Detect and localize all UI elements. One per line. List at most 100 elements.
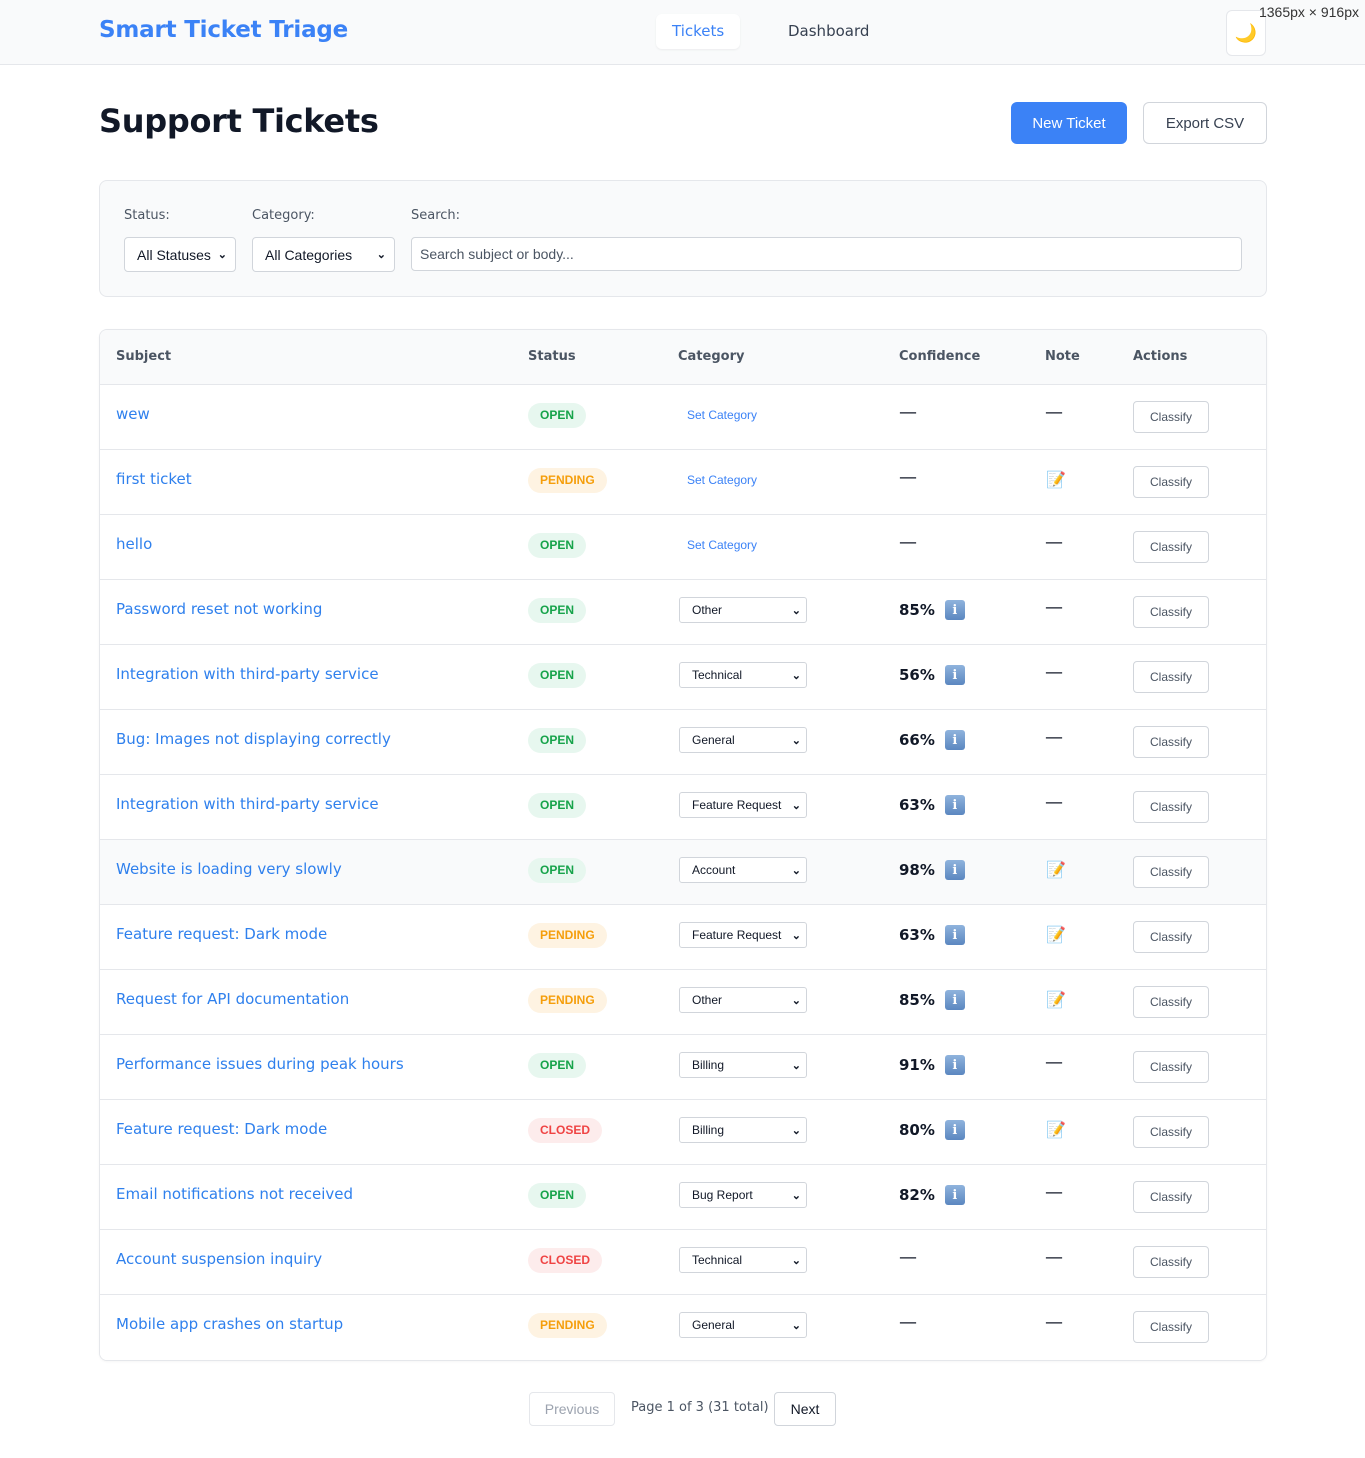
category-select[interactable]: Technical ⌄ (679, 662, 807, 688)
category-select[interactable]: Other ⌄ (679, 597, 807, 623)
category-select[interactable]: Feature Request ⌄ (679, 922, 807, 948)
info-icon[interactable]: i (944, 665, 965, 685)
ticket-subject-link[interactable]: Performance issues during peak hours (116, 1055, 404, 1073)
classify-button[interactable]: Classify (1133, 661, 1209, 693)
column-header-status[interactable]: Status (528, 349, 576, 364)
category-select[interactable]: General ⌄ (679, 727, 807, 753)
tab-dashboard[interactable]: Dashboard (772, 14, 885, 49)
next-page-button[interactable]: Next (774, 1392, 836, 1426)
category-select[interactable]: Billing ⌄ (679, 1052, 807, 1078)
category-select[interactable]: Account ⌄ (679, 857, 807, 883)
category-select[interactable]: Billing ⌄ (679, 1117, 807, 1143)
ticket-subject-link[interactable]: Bug: Images not displaying correctly (116, 730, 391, 748)
set-category-link[interactable]: Set Category (687, 473, 757, 487)
classify-button[interactable]: Classify (1133, 401, 1209, 433)
ticket-subject-link[interactable]: Request for API documentation (116, 990, 349, 1008)
confidence-percent: 63% (899, 926, 935, 944)
table-row[interactable]: Password reset not working OPEN Other ⌄ 85% i… (100, 580, 1266, 645)
ticket-subject-link[interactable]: wew (116, 405, 150, 423)
app-title[interactable]: Smart Ticket Triage (99, 17, 348, 43)
column-header-subject[interactable]: Subject (116, 349, 171, 364)
classify-button[interactable]: Classify (1133, 986, 1209, 1018)
status-badge: OPEN (528, 1053, 587, 1078)
category-select[interactable]: General ⌄ (679, 1312, 807, 1338)
note-icon[interactable]: 📝 (1046, 860, 1066, 879)
status-badge: OPEN (528, 598, 587, 623)
table-row[interactable]: wew OPEN Set Category — — Classify (100, 385, 1266, 450)
previous-page-button[interactable]: Previous (529, 1392, 615, 1426)
set-category-link[interactable]: Set Category (687, 408, 757, 422)
ticket-subject-link[interactable]: hello (116, 535, 152, 553)
classify-button[interactable]: Classify (1133, 791, 1209, 823)
note-empty: — (1045, 1182, 1063, 1203)
classify-button[interactable]: Classify (1133, 531, 1209, 563)
viewport-size-label: 1365px × 916px (1258, 4, 1359, 20)
table-row[interactable]: Performance issues during peak hours OPEN… (100, 1035, 1266, 1100)
category-select-value: Billing (692, 1123, 725, 1137)
note-icon[interactable]: 📝 (1046, 470, 1066, 489)
info-icon[interactable]: i (944, 860, 965, 880)
note-icon[interactable]: 📝 (1046, 1120, 1066, 1139)
chevron-down-icon: ⌄ (791, 1124, 801, 1137)
classify-button[interactable]: Classify (1133, 1246, 1209, 1278)
category-filter-value: All Categories (265, 246, 353, 263)
info-icon[interactable]: i (944, 990, 965, 1010)
classify-button[interactable]: Classify (1133, 1181, 1209, 1213)
ticket-subject-link[interactable]: Feature request: Dark mode (116, 1120, 327, 1138)
table-row[interactable]: Feature request: Dark mode CLOSED Billing ⌄… (100, 1100, 1266, 1165)
table-row[interactable]: Email notifications not received OPEN Bug … (100, 1165, 1266, 1230)
category-select[interactable]: Bug Report ⌄ (679, 1182, 807, 1208)
category-select[interactable]: Technical ⌄ (679, 1247, 807, 1273)
info-icon[interactable]: i (944, 925, 965, 945)
info-icon[interactable]: i (944, 1120, 965, 1140)
column-header-confidence[interactable]: Confidence (899, 349, 980, 364)
confidence-value: 80% i (899, 1120, 965, 1140)
classify-button[interactable]: Classify (1133, 1116, 1209, 1148)
table-row[interactable]: Mobile app crashes on startup PENDING Gene… (100, 1295, 1266, 1360)
note-icon[interactable]: 📝 (1046, 990, 1066, 1009)
table-row[interactable]: Feature request: Dark mode PENDING Feature… (100, 905, 1266, 970)
category-filter-select[interactable]: All Categories ⌄ (252, 237, 395, 272)
classify-button[interactable]: Classify (1133, 726, 1209, 758)
info-icon[interactable]: i (944, 1185, 965, 1205)
classify-button[interactable]: Classify (1133, 856, 1209, 888)
table-row[interactable]: first ticket PENDING Set Category — 📝 Classif… (100, 450, 1266, 515)
ticket-subject-link[interactable]: Feature request: Dark mode (116, 925, 327, 943)
column-header-actions: Actions (1133, 349, 1188, 364)
classify-button[interactable]: Classify (1133, 1311, 1209, 1343)
export-csv-button[interactable]: Export CSV (1143, 102, 1267, 144)
ticket-subject-link[interactable]: Email notifications not received (116, 1185, 353, 1203)
ticket-subject-link[interactable]: Account suspension inquiry (116, 1250, 322, 1268)
column-header-category[interactable]: Category (678, 349, 744, 364)
ticket-subject-link[interactable]: Mobile app crashes on startup (116, 1315, 343, 1333)
info-icon[interactable]: i (944, 795, 965, 815)
classify-button[interactable]: Classify (1133, 921, 1209, 953)
search-input[interactable]: Search subject or body... (411, 237, 1242, 271)
ticket-subject-link[interactable]: Password reset not working (116, 600, 322, 618)
table-row[interactable]: Integration with third-party service OPEN… (100, 645, 1266, 710)
category-select[interactable]: Other ⌄ (679, 987, 807, 1013)
category-select[interactable]: Feature Request ⌄ (679, 792, 807, 818)
classify-button[interactable]: Classify (1133, 596, 1209, 628)
table-row[interactable]: Account suspension inquiry CLOSED Technica… (100, 1230, 1266, 1295)
table-row[interactable]: Website is loading very slowly OPEN Accoun… (100, 840, 1266, 905)
table-row[interactable]: Integration with third-party service OPEN… (100, 775, 1266, 840)
ticket-subject-link[interactable]: first ticket (116, 470, 192, 488)
table-row[interactable]: Request for API documentation PENDING Othe… (100, 970, 1266, 1035)
table-row[interactable]: Bug: Images not displaying correctly OPEN… (100, 710, 1266, 775)
ticket-subject-link[interactable]: Integration with third-party service (116, 795, 379, 813)
status-badge: CLOSED (528, 1248, 603, 1273)
set-category-link[interactable]: Set Category (687, 538, 757, 552)
tab-tickets[interactable]: Tickets (656, 14, 741, 49)
ticket-subject-link[interactable]: Integration with third-party service (116, 665, 379, 683)
table-row[interactable]: hello OPEN Set Category — — Classify (100, 515, 1266, 580)
info-icon[interactable]: i (944, 730, 965, 750)
new-ticket-button[interactable]: New Ticket (1011, 102, 1127, 144)
classify-button[interactable]: Classify (1133, 466, 1209, 498)
ticket-subject-link[interactable]: Website is loading very slowly (116, 860, 342, 878)
note-icon[interactable]: 📝 (1046, 925, 1066, 944)
classify-button[interactable]: Classify (1133, 1051, 1209, 1083)
status-filter-select[interactable]: All Statuses ⌄ (124, 237, 236, 272)
info-icon[interactable]: i (944, 1055, 965, 1075)
info-icon[interactable]: i (944, 600, 965, 620)
